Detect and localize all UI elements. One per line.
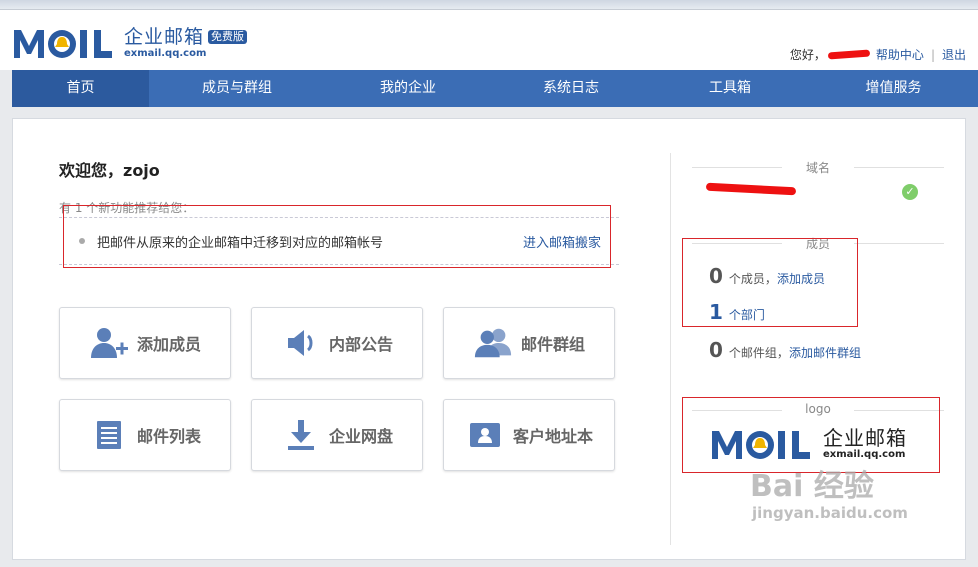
add-mailgroup-link[interactable]: 添加邮件群组 (789, 344, 861, 361)
user-bar: 您好， 帮助中心 | 退出 (790, 46, 966, 63)
download-icon (281, 417, 321, 453)
tile-label: 客户地址本 (512, 427, 593, 446)
highlight-box (682, 397, 940, 473)
nav-item-value-added[interactable]: 增值服务 (809, 70, 978, 107)
mailgroup-count-stat: 0 个邮件组， 添加邮件群组 (709, 338, 861, 362)
check-circle-icon: ✓ (902, 184, 918, 200)
nav-item-home[interactable]: 首页 (12, 70, 149, 107)
column-divider (670, 153, 671, 545)
nav-item-toolbox[interactable]: 工具箱 (651, 70, 809, 107)
net-disk-tile[interactable]: 企业网盘 (251, 399, 423, 471)
watermark-line-1: Bai 经验 (750, 469, 874, 504)
mailgroup-count: 0 (709, 338, 723, 362)
add-user-icon (89, 325, 129, 361)
address-book-tile[interactable]: 客户地址本 (443, 399, 615, 471)
moil-logo-icon (14, 30, 112, 58)
list-icon (89, 417, 129, 453)
header: 企业邮箱 免费版 exmail.qq.com 您好， 帮助中心 | 退出 (0, 10, 978, 70)
redacted-username (827, 49, 871, 60)
nav-item-members-groups[interactable]: 成员与群组 (149, 70, 325, 107)
mail-list-tile[interactable]: 邮件列表 (59, 399, 231, 471)
tile-label: 添加成员 (136, 335, 201, 354)
help-center-link[interactable]: 帮助中心 (876, 46, 924, 63)
mail-group-tile[interactable]: 邮件群组 (443, 307, 615, 379)
divider: | (930, 47, 935, 62)
nav-item-my-enterprise[interactable]: 我的企业 (325, 70, 491, 107)
logout-link[interactable]: 退出 (942, 46, 966, 63)
free-edition-badge: 免费版 (208, 30, 248, 44)
tile-label: 邮件群组 (520, 335, 585, 354)
group-icon (473, 325, 513, 361)
speaker-icon (281, 325, 321, 361)
logo-chinese-text: 企业邮箱 (124, 26, 205, 48)
highlight-box (682, 238, 858, 327)
tile-label: 内部公告 (328, 335, 393, 354)
logo-domain-text: exmail.qq.com (124, 48, 207, 59)
mailgroup-unit: 个邮件组， (728, 346, 789, 360)
greeting-text: 您好， (789, 48, 826, 62)
contact-card-icon (465, 417, 505, 453)
main-nav: 首页 成员与群组 我的企业 系统日志 工具箱 增值服务 (12, 70, 978, 107)
add-member-tile[interactable]: 添加成员 (59, 307, 231, 379)
announcement-tile[interactable]: 内部公告 (251, 307, 423, 379)
domain-value (705, 182, 797, 196)
tile-label: 邮件列表 (136, 427, 201, 446)
welcome-title: 欢迎您，zojo (59, 161, 160, 180)
baidu-watermark: Bai 经验 jingyan.baidu.com (750, 469, 908, 523)
mail-logo[interactable]: 企业邮箱 免费版 exmail.qq.com (12, 26, 248, 60)
highlight-box (63, 205, 611, 268)
tile-label: 企业网盘 (328, 427, 393, 446)
nav-item-system-log[interactable]: 系统日志 (491, 70, 651, 107)
watermark-line-2: jingyan.baidu.com (752, 504, 908, 522)
domain-section-title: 域名 (688, 159, 948, 176)
browser-top-strip (0, 0, 978, 10)
